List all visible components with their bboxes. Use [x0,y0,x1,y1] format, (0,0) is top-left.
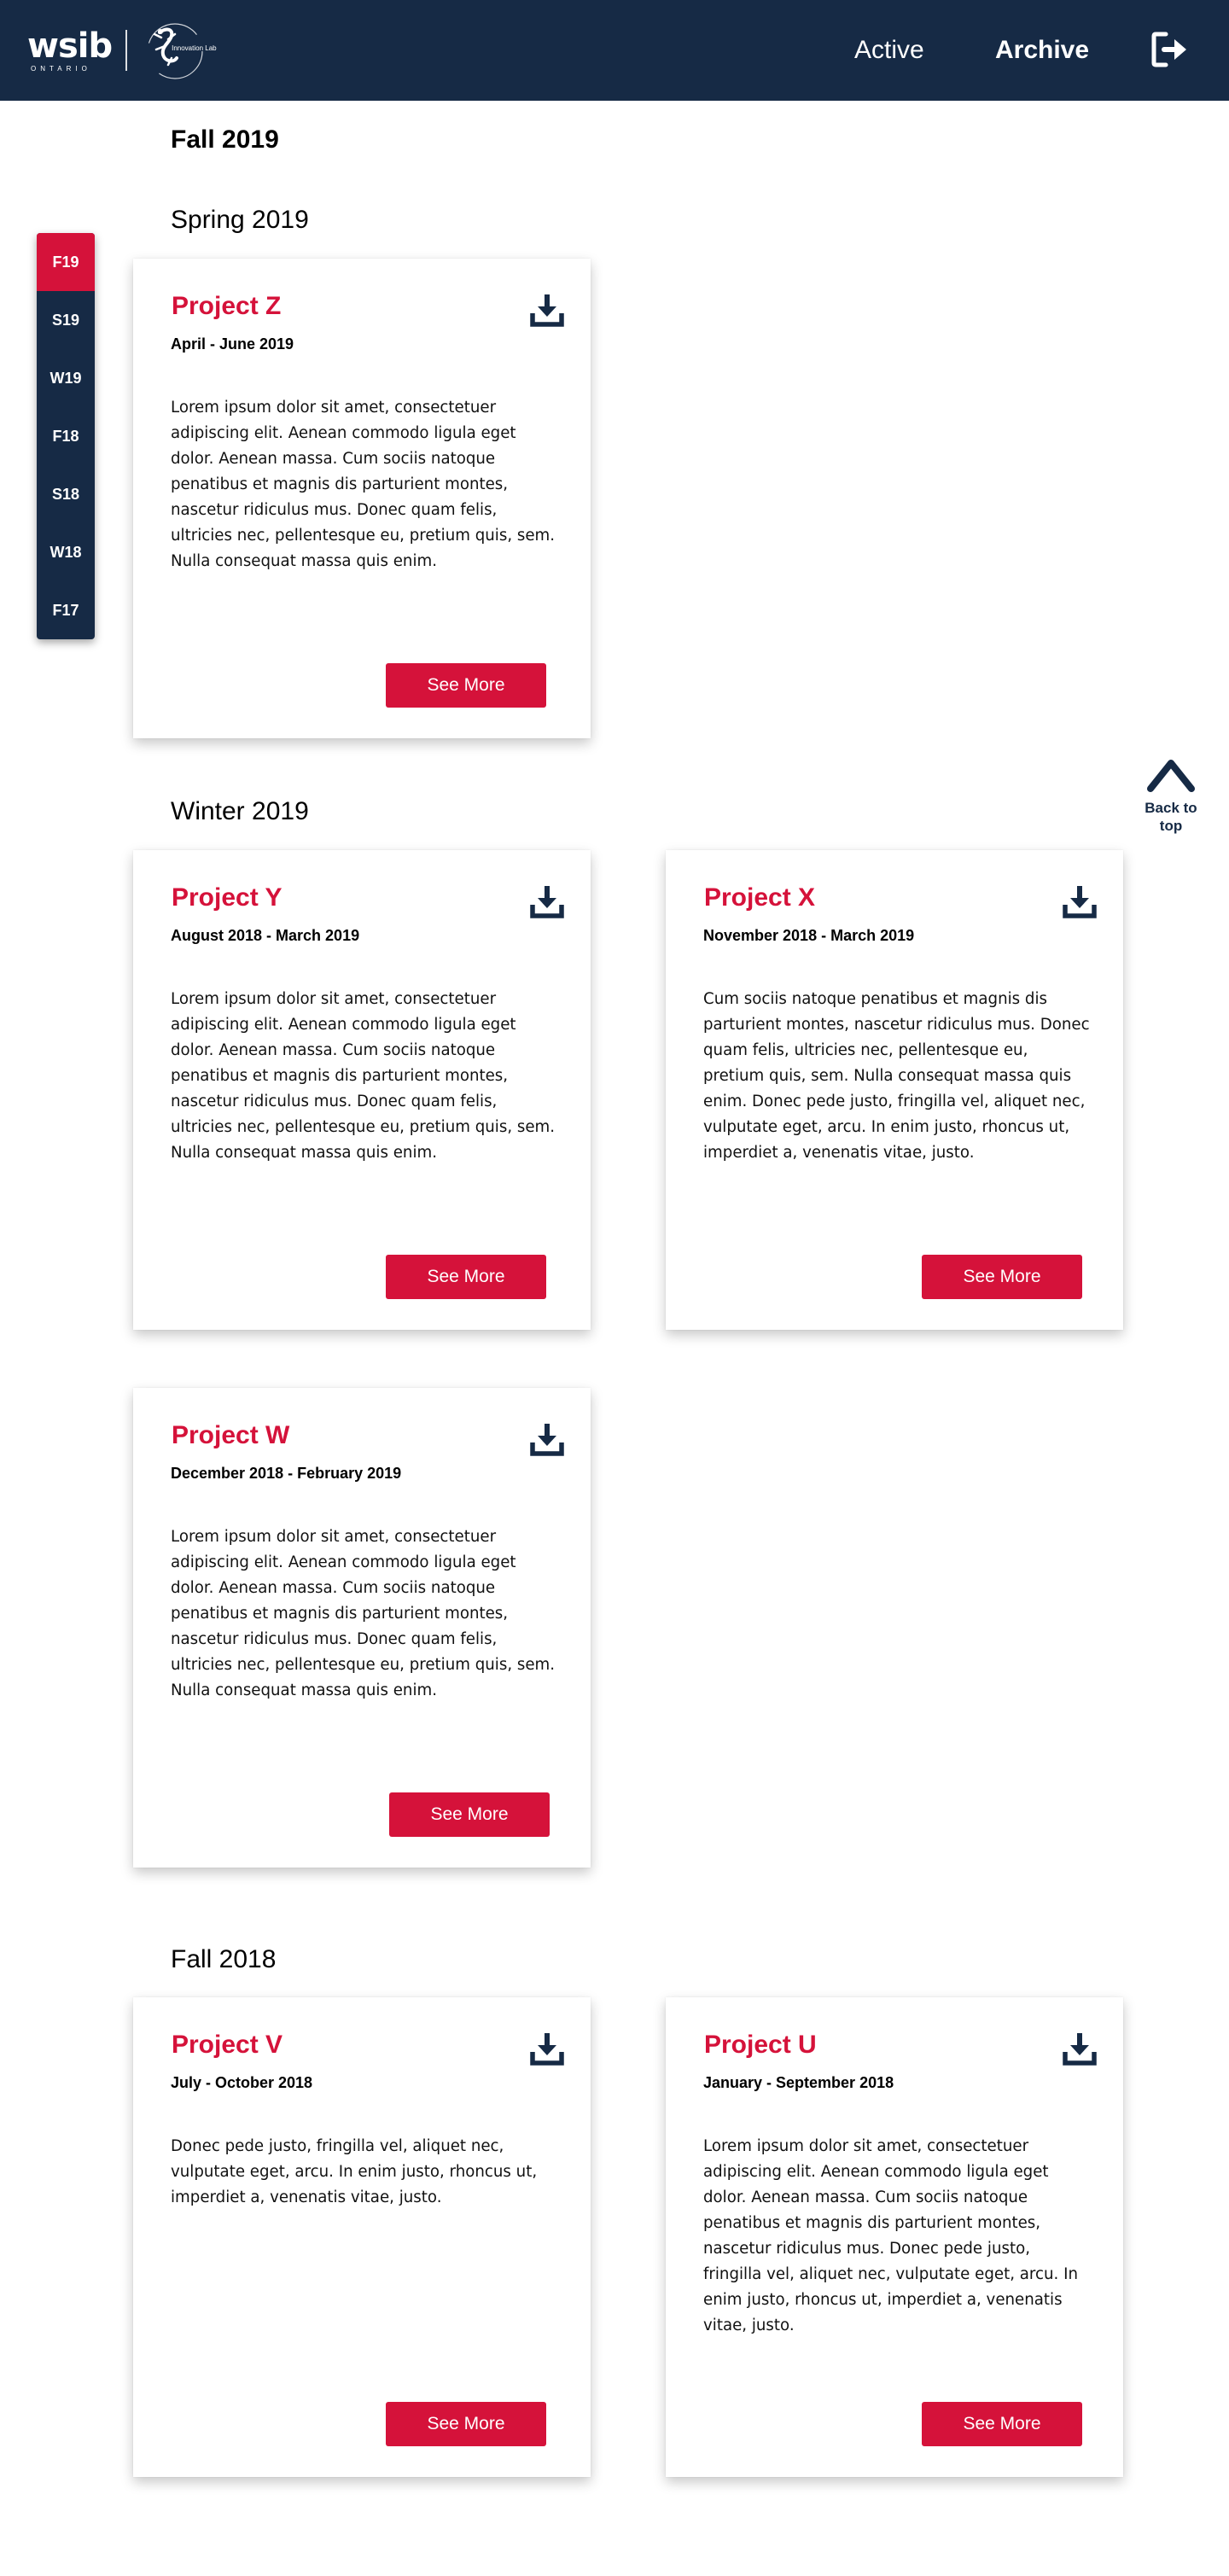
innovation-lab-logo: Innovation Lab [143,20,224,80]
project-description: Lorem ipsum dolor sit amet, consectetuer… [171,990,556,1162]
project-description: Cum sociis natoque penatibus et magnis d… [703,990,1090,1162]
project-title[interactable]: Project Z [172,291,281,322]
project-description: Donec pede justo, fringilla vel, aliquet… [171,2137,538,2206]
sidenav-item-w19[interactable]: W19 [37,349,95,407]
project-dates: July - October 2018 [171,2074,313,2091]
lab-text: Innovation Lab [172,44,217,52]
project-title[interactable]: Project Y [172,883,282,913]
project-title[interactable]: Project X [704,883,815,913]
project-dates: August 2018 - March 2019 [171,927,360,944]
download-icon [530,886,564,918]
project-card-y: Project Y August 2018 - March 2019 Lorem… [133,850,591,1330]
project-title[interactable]: Project W [172,1420,289,1451]
project-dates: April - June 2019 [171,335,294,353]
back-to-top-label-line1: Back to [1145,800,1197,816]
project-card-u: Project U January - September 2018 Lorem… [666,1997,1123,2477]
download-icon [1063,886,1097,918]
download-button[interactable] [529,1422,565,1458]
project-dates: January - September 2018 [703,2074,894,2091]
project-title[interactable]: Project V [172,2030,282,2060]
project-dates: November 2018 - March 2019 [703,927,915,944]
project-card-z: Project Z April - June 2019 Lorem ipsum … [133,259,591,738]
nav-active-link[interactable]: Active [854,34,924,67]
logo-text: wsib [27,26,113,66]
download-button[interactable] [1062,884,1098,920]
download-icon [530,2033,564,2066]
download-icon [1063,2033,1097,2066]
top-header: wsib ONTARIO Innovation Lab Active Archi… [0,0,1229,101]
project-dates: December 2018 - February 2019 [171,1465,402,1482]
see-more-button[interactable]: See More [386,2402,546,2446]
term-heading-spring-2019: Spring 2019 [171,206,309,234]
sidenav-item-f17[interactable]: F17 [37,581,95,639]
project-card-x: Project X November 2018 - March 2019 Cum… [666,850,1123,1330]
project-description: Lorem ipsum dolor sit amet, consectetuer… [171,399,556,570]
wsib-logo[interactable]: wsib ONTARIO Innovation Lab [27,20,224,80]
project-card-w: Project W December 2018 - February 2019 … [133,1388,591,1868]
chevron-up-icon [1147,760,1195,792]
see-more-button[interactable]: See More [922,1255,1082,1299]
download-button[interactable] [529,2031,565,2067]
project-card-v: Project V July - October 2018 Donec pede… [133,1997,591,2477]
sidenav-item-f18[interactable]: F18 [37,407,95,465]
download-button[interactable] [529,884,565,920]
nav-archive-link[interactable]: Archive [995,34,1089,67]
logout-icon [1151,32,1186,67]
project-description: Lorem ipsum dolor sit amet, consectetuer… [171,1528,556,1699]
wsib-wordmark: wsib ONTARIO [27,26,113,73]
project-title[interactable]: Project U [704,2030,817,2060]
see-more-button[interactable]: See More [386,663,546,708]
sidenav-item-f19[interactable]: F19 [37,233,95,291]
term-heading-winter-2019: Winter 2019 [171,797,309,825]
term-heading-fall-2019: Fall 2019 [171,125,279,154]
logo-divider [125,30,128,71]
term-side-nav: F19 S19 W19 F18 S18 W18 F17 [37,233,95,639]
download-icon [530,294,564,327]
sidenav-item-s19[interactable]: S19 [37,291,95,349]
download-icon [530,1424,564,1456]
sidenav-item-s18[interactable]: S18 [37,465,95,523]
logo-subtext: ONTARIO [31,64,91,73]
download-button[interactable] [529,293,565,329]
back-to-top-button[interactable]: Back to top [1140,755,1202,840]
see-more-button[interactable]: See More [386,1255,546,1299]
back-to-top-label-line2: top [1159,818,1183,834]
term-heading-fall-2018: Fall 2018 [171,1945,277,1973]
sidenav-item-w18[interactable]: W18 [37,523,95,581]
logout-button[interactable] [1150,31,1191,68]
download-button[interactable] [1062,2031,1098,2067]
see-more-button[interactable]: See More [922,2402,1082,2446]
project-description: Lorem ipsum dolor sit amet, consectetuer… [703,2137,1078,2334]
see-more-button[interactable]: See More [389,1792,550,1837]
